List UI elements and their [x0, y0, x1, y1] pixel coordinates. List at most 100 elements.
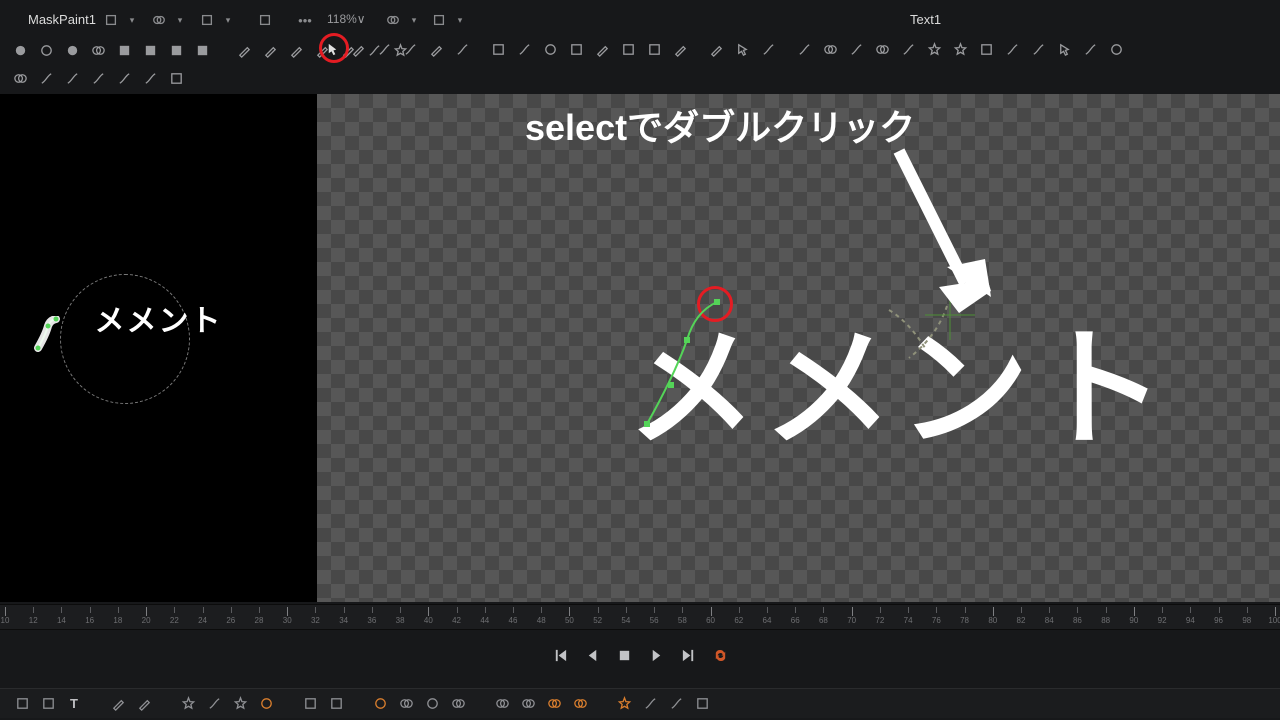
circle-icon[interactable]	[538, 38, 562, 60]
target-icon[interactable]	[420, 693, 444, 715]
slash-icon[interactable]	[34, 67, 58, 89]
curve-a-icon[interactable]	[756, 38, 780, 60]
metaball-icon[interactable]	[86, 39, 110, 61]
crop-icon[interactable]	[616, 38, 640, 60]
chevron-down-icon[interactable]: ▾	[404, 12, 422, 28]
brush-icon[interactable]	[424, 38, 448, 60]
text-icon[interactable]: T	[62, 693, 86, 715]
x-boxed-icon[interactable]	[974, 38, 998, 60]
pencil-icon[interactable]	[346, 38, 370, 60]
playback-prev-button[interactable]	[578, 645, 606, 665]
circle-icon[interactable]	[34, 39, 58, 61]
chevron-down-icon[interactable]: ▾	[122, 12, 140, 28]
glow-icon[interactable]	[254, 693, 278, 715]
wipe2-icon[interactable]	[664, 693, 688, 715]
square-icon[interactable]	[298, 693, 322, 715]
scribble-icon[interactable]	[112, 67, 136, 89]
s-curve2-icon[interactable]	[1078, 38, 1102, 60]
arrow-cursor-icon[interactable]	[730, 38, 754, 60]
brush-icon[interactable]	[106, 693, 130, 715]
redo-icon[interactable]	[818, 38, 842, 60]
pen-icon[interactable]	[232, 39, 256, 61]
mask-icon[interactable]	[690, 693, 714, 715]
slash2-icon[interactable]	[398, 38, 422, 60]
ruler-tick-label: 72	[875, 616, 884, 625]
layers-icon[interactable]	[150, 12, 168, 28]
flow-icon[interactable]	[138, 67, 162, 89]
rect-tool-icon[interactable]	[36, 693, 60, 715]
corner-icon[interactable]	[8, 67, 32, 89]
bg-icon[interactable]	[10, 693, 34, 715]
shade-icon[interactable]	[490, 693, 514, 715]
s-curve-icon[interactable]	[1026, 38, 1050, 60]
blur-icon[interactable]	[446, 693, 470, 715]
pen2-icon[interactable]	[668, 38, 692, 60]
star-icon[interactable]	[948, 38, 972, 60]
square-icon[interactable]	[486, 38, 510, 60]
cross-curve-icon[interactable]	[1000, 38, 1024, 60]
pencil2-icon[interactable]	[704, 38, 728, 60]
ruler-tick-label: 92	[1158, 616, 1167, 625]
painted-stroke-left-icon	[34, 316, 68, 352]
dot-open-icon[interactable]	[60, 39, 84, 61]
lens-icon[interactable]	[368, 693, 392, 715]
playback-stop-button[interactable]	[610, 645, 638, 665]
curve-b-icon[interactable]	[792, 38, 816, 60]
ruler-tick-label: 56	[650, 616, 659, 625]
rect-icon[interactable]	[164, 39, 188, 61]
camera-icon[interactable]	[516, 693, 540, 715]
big-curve-icon[interactable]	[896, 38, 920, 60]
brush-icon[interactable]	[258, 39, 282, 61]
ruler-tick-label: 22	[170, 616, 179, 625]
slash-icon[interactable]	[372, 38, 396, 60]
rect2-icon[interactable]	[564, 38, 588, 60]
dot-icon[interactable]	[8, 39, 32, 61]
eraser-icon[interactable]	[590, 38, 614, 60]
rect-up-icon[interactable]	[138, 39, 162, 61]
fx-icon[interactable]	[612, 693, 636, 715]
rect-icon[interactable]	[256, 12, 274, 28]
target-icon[interactable]	[1104, 38, 1128, 60]
ruler-tick-label: 76	[932, 616, 941, 625]
rect-dash-icon[interactable]	[190, 39, 214, 61]
curve-icon[interactable]	[450, 38, 474, 60]
color-icon[interactable]	[542, 693, 566, 715]
scribble-icon[interactable]	[512, 38, 536, 60]
chevron-down-icon[interactable]: ▾	[450, 12, 468, 28]
star-icon[interactable]	[922, 38, 946, 60]
underlay-icon[interactable]	[324, 693, 348, 715]
viewer-right-text[interactable]: メメント selectでダブルクリック	[317, 94, 1280, 602]
select-tool-icon[interactable]	[320, 38, 344, 60]
grid-icon[interactable]	[198, 12, 216, 28]
playback-loop-button[interactable]	[706, 645, 734, 665]
paint-icon[interactable]	[132, 693, 156, 715]
crop2-icon[interactable]	[642, 38, 666, 60]
chevron-r-icon[interactable]	[1052, 38, 1076, 60]
lut-icon[interactable]	[568, 693, 592, 715]
split-icon[interactable]	[384, 12, 402, 28]
3d-icon[interactable]	[394, 693, 418, 715]
zoom-level[interactable]: 118%∨	[327, 12, 366, 26]
swirl-icon[interactable]	[202, 693, 226, 715]
square-icon[interactable]	[112, 39, 136, 61]
timeline-ruler[interactable]: 1012141618202224262830323436384042444648…	[0, 604, 1280, 630]
chevron-down-icon[interactable]: ▾	[170, 12, 188, 28]
playback-first-button[interactable]	[546, 645, 574, 665]
window-icon[interactable]	[102, 12, 120, 28]
curve-c-icon[interactable]	[844, 38, 868, 60]
wipe-icon[interactable]	[638, 693, 662, 715]
playback-play-button[interactable]	[642, 645, 670, 665]
sparkle-icon[interactable]	[176, 693, 200, 715]
x-box-icon[interactable]	[164, 67, 188, 89]
boomerang-icon[interactable]	[60, 67, 84, 89]
chevron-down-icon[interactable]: ▾	[218, 12, 236, 28]
window-icon[interactable]	[430, 12, 448, 28]
playback-last-button[interactable]	[674, 645, 702, 665]
undo-icon[interactable]	[870, 38, 894, 60]
viewer-left-maskpaint[interactable]: メメント	[0, 94, 317, 602]
wand-icon[interactable]	[284, 39, 308, 61]
star-icon[interactable]	[228, 693, 252, 715]
interp-icon[interactable]	[86, 67, 110, 89]
more-icon[interactable]: •••	[296, 12, 314, 28]
painted-stroke-right-icon[interactable]	[635, 294, 755, 434]
